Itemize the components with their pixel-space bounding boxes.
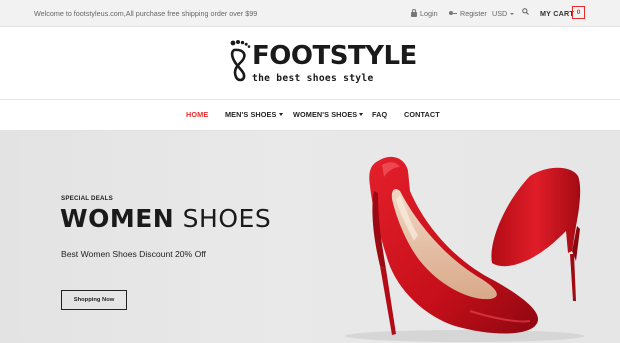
login-label: Login [420, 9, 438, 18]
register-label: Register [460, 9, 487, 18]
nav-label-mens-shoes: MEN'S SHOES [225, 110, 277, 119]
brand-tagline: the best shoes style [252, 73, 374, 84]
brand-name[interactable]: FOOTSTYLE [252, 41, 417, 71]
hero-title-light: SHOES [182, 204, 272, 233]
currency-value: USD [492, 9, 508, 18]
search-button[interactable] [522, 8, 529, 15]
top-bar: Welcome to footstyleus.com,All purchase … [0, 0, 620, 27]
nav-label-home: HOME [186, 110, 209, 119]
search-icon [522, 8, 529, 15]
nav-item-home[interactable]: HOME [186, 110, 208, 119]
red-heels-image [345, 156, 585, 342]
nav-label-faq: FAQ [372, 110, 388, 119]
nav-item-mens-shoes[interactable]: MEN'S SHOES [225, 110, 283, 119]
hero-title: WOMEN SHOES [60, 204, 271, 234]
hero-kicker: SPECIAL DEALS [61, 195, 113, 202]
user-plus-icon [449, 10, 457, 17]
chevron-down-icon [510, 12, 515, 15]
chevron-down-icon [278, 113, 283, 116]
hero-banner: SPECIAL DEALS WOMEN SHOES Best Women Sho… [0, 131, 620, 343]
nav-item-womens-shoes[interactable]: WOMEN'S SHOES [293, 110, 364, 119]
hero-title-bold: WOMEN [60, 204, 175, 233]
header-logo-area: FOOTSTYLE the best shoes style [0, 27, 620, 100]
footprint-logo-icon[interactable] [229, 39, 251, 85]
chevron-down-icon [359, 113, 364, 116]
welcome-message: Welcome to footstyleus.com,All purchase … [34, 9, 258, 18]
nav-item-contact[interactable]: CONTACT [404, 110, 440, 119]
nav-label-womens-shoes: WOMEN'S SHOES [293, 110, 358, 119]
currency-selector[interactable]: USD [492, 9, 515, 18]
lock-icon [411, 9, 417, 17]
nav-item-faq[interactable]: FAQ [372, 110, 387, 119]
shopping-now-button[interactable]: Shopping Now [61, 290, 127, 310]
hero-subtitle: Best Women Shoes Discount 20% Off [61, 249, 206, 259]
register-link[interactable]: Register [449, 9, 487, 18]
my-cart-link[interactable]: MY CART [540, 9, 574, 18]
cart-count-badge[interactable]: 0 [572, 6, 585, 19]
main-nav: HOME MEN'S SHOES WOMEN'S SHOES FAQ CONTA… [0, 100, 620, 131]
login-link[interactable]: Login [411, 9, 438, 18]
nav-label-contact: CONTACT [404, 110, 440, 119]
